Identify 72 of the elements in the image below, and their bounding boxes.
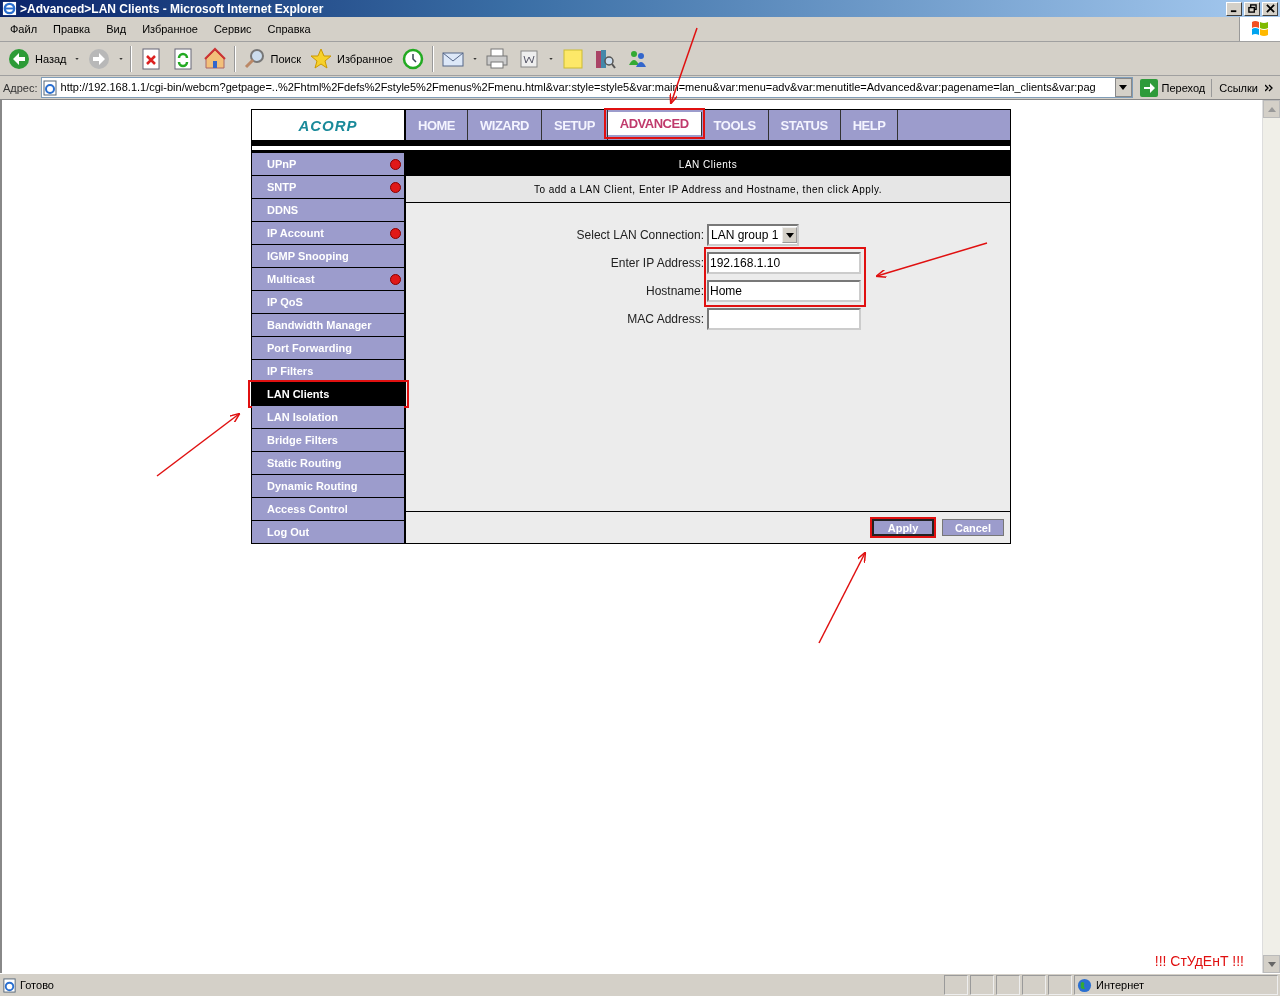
sidebar-item[interactable]: LAN Isolation: [252, 406, 404, 428]
sidebar-item[interactable]: Port Forwarding: [252, 337, 404, 359]
field-label: Select LAN Connection:: [575, 228, 705, 242]
star-icon[interactable]: [309, 46, 333, 71]
input-field[interactable]: 192.168.1.10: [707, 252, 861, 274]
sidebar-item[interactable]: Dynamic Routing: [252, 475, 404, 497]
browser-icon: [2, 1, 17, 16]
links-label[interactable]: Ссылки: [1215, 81, 1262, 94]
window-flag-icon: [1249, 19, 1271, 39]
menu-item[interactable]: Сервис: [205, 21, 260, 37]
up-caret-icon: [1267, 106, 1276, 112]
caret-icon: [1119, 85, 1128, 90]
select-dropdown[interactable]: LAN group 1: [707, 224, 800, 246]
caret-icon: [785, 232, 794, 238]
scroll-down-button[interactable]: [1263, 955, 1280, 973]
minimize-button[interactable]: [1226, 1, 1242, 16]
restore-icon: [1247, 4, 1257, 13]
panel-title: LAN Clients: [406, 152, 1010, 176]
favorites-button[interactable]: Избранное: [306, 44, 396, 73]
field-label: Hostname:: [644, 284, 705, 298]
close-icon: [1265, 4, 1275, 13]
instruction-text: To add a LAN Client, Enter IP Address and Hostname, then click Apply.: [406, 176, 1010, 203]
field-label: Enter IP Address:: [609, 256, 705, 270]
dropdown-button[interactable]: [1114, 78, 1132, 97]
status-panel: [944, 975, 968, 995]
caret-icon: [1267, 961, 1276, 967]
menu-item[interactable]: Правка: [45, 21, 99, 37]
menu-item[interactable]: Вид: [98, 21, 135, 37]
menu-item[interactable]: Избранное: [134, 21, 206, 37]
sidebar-item[interactable]: IP Filters: [252, 360, 404, 382]
close-button[interactable]: [1262, 1, 1278, 16]
status-panel: [1048, 975, 1072, 995]
form-button[interactable]: Cancel: [942, 519, 1004, 536]
sidebar-item[interactable]: DDNS: [252, 199, 404, 221]
page-icon: [41, 79, 58, 96]
sidebar-item[interactable]: IGMP Snooping: [252, 245, 404, 267]
sidebar-item[interactable]: Bridge Filters: [252, 429, 404, 451]
status-panel: [996, 975, 1020, 995]
input-field[interactable]: Home: [707, 280, 861, 302]
input-field[interactable]: [707, 308, 861, 330]
globe-icon: [1077, 977, 1092, 993]
search-icon[interactable]: [242, 46, 267, 71]
sidebar-item[interactable]: Log Out: [252, 521, 404, 543]
sidebar-item[interactable]: UPnP: [252, 153, 404, 175]
sidebar-item[interactable]: Bandwidth Manager: [252, 314, 404, 336]
sidebar-item[interactable]: Static Routing: [252, 452, 404, 474]
search-button[interactable]: Поиск: [239, 44, 304, 73]
sidebar-item[interactable]: Access Control: [252, 498, 404, 520]
back-button[interactable]: Назад: [4, 44, 70, 73]
form-button[interactable]: Apply: [872, 519, 934, 536]
scrollbar[interactable]: [1262, 100, 1280, 973]
menu-item[interactable]: Файл: [2, 21, 46, 37]
sidebar-item[interactable]: SNTP: [252, 176, 404, 198]
sidebar-item[interactable]: Multicast: [252, 268, 404, 290]
address-label: Адрес:: [3, 81, 38, 94]
window-title: >Advanced>LAN Clients - Microsoft Internet Explorer: [20, 1, 324, 16]
chevron-icon[interactable]: [1265, 83, 1273, 92]
status-panel: [1022, 975, 1046, 995]
menu-item[interactable]: Справка: [259, 21, 319, 37]
logo: ACORP: [298, 116, 358, 134]
field-label: MAC Address:: [626, 312, 705, 326]
sidebar-item[interactable]: IP Account: [252, 222, 404, 244]
annotation-text: !!! СтУдЕнТ !!!: [1154, 953, 1244, 969]
status-text: Готово: [20, 979, 54, 991]
back-icon[interactable]: [7, 46, 31, 71]
scroll-up-button[interactable]: [1263, 100, 1280, 118]
sidebar-item[interactable]: IP QoS: [252, 291, 404, 313]
go-button[interactable]: Переход: [1135, 78, 1213, 97]
restore-button[interactable]: [1244, 1, 1260, 16]
zone-label: Интернет: [1096, 979, 1144, 991]
page-icon: [2, 977, 17, 993]
status-panel: [970, 975, 994, 995]
